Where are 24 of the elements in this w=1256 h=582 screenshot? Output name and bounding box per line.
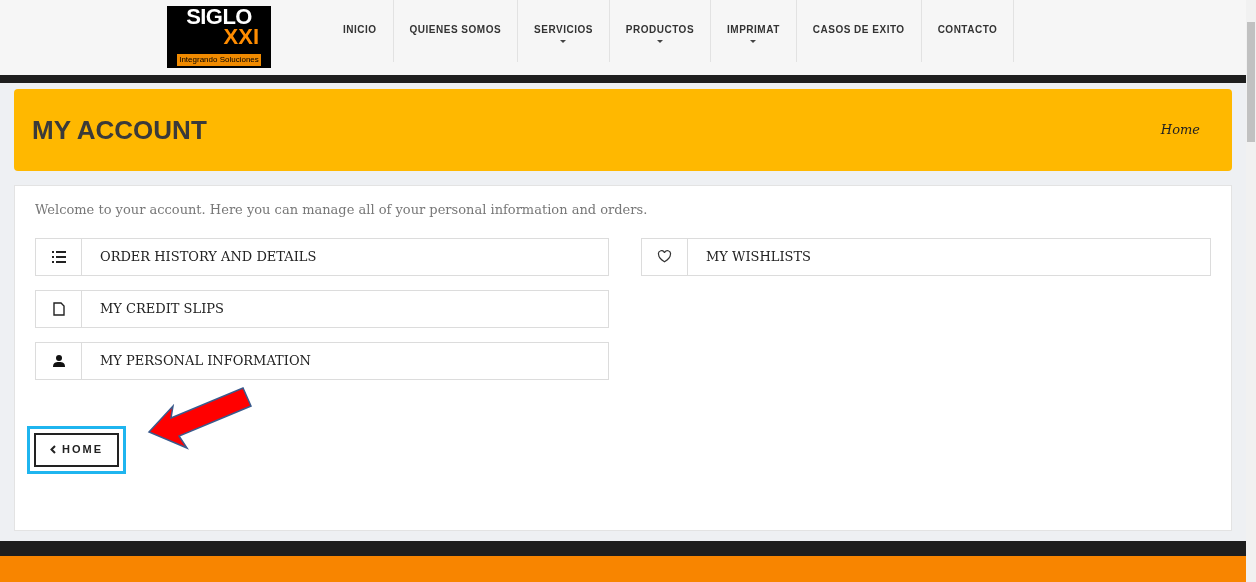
nav-item[interactable]: SERVICIOS — [518, 0, 610, 62]
document-icon — [52, 301, 65, 316]
intro-text: Welcome to your account. Here you can manage all of your personal information and orders. — [35, 201, 649, 219]
caret-icon — [560, 40, 567, 43]
nav-item[interactable]: CASOS DE EXITO — [796, 0, 922, 62]
nav-item[interactable]: CONTACTO — [921, 0, 1015, 62]
account-link[interactable]: MY PERSONAL INFORMATION — [35, 341, 609, 380]
breadcrumb-link[interactable]: Home — [1160, 120, 1200, 140]
home-button[interactable]: HOME — [34, 432, 119, 467]
list-icon — [51, 250, 66, 263]
caret-icon — [656, 40, 663, 43]
nav-item[interactable]: QUIENES SOMOS — [393, 0, 519, 62]
heart-icon — [657, 250, 672, 263]
account-link[interactable]: MY CREDIT SLIPS — [35, 289, 609, 328]
nav-item[interactable]: INICIO — [327, 0, 394, 62]
logo[interactable]: SIGLO XXI Integrando Soluciones — [167, 6, 271, 68]
nav-item[interactable]: IMPRIMAT — [711, 0, 797, 62]
caret-icon — [750, 40, 757, 43]
chevron-left-icon — [50, 445, 56, 454]
account-link[interactable]: MY WISHLISTS — [641, 237, 1211, 276]
account-link[interactable]: ORDER HISTORY AND DETAILS — [35, 237, 609, 276]
nav-item[interactable]: PRODUCTOS — [609, 0, 712, 62]
user-icon — [52, 354, 65, 367]
page-banner: MY ACCOUNT Home — [14, 89, 1232, 171]
